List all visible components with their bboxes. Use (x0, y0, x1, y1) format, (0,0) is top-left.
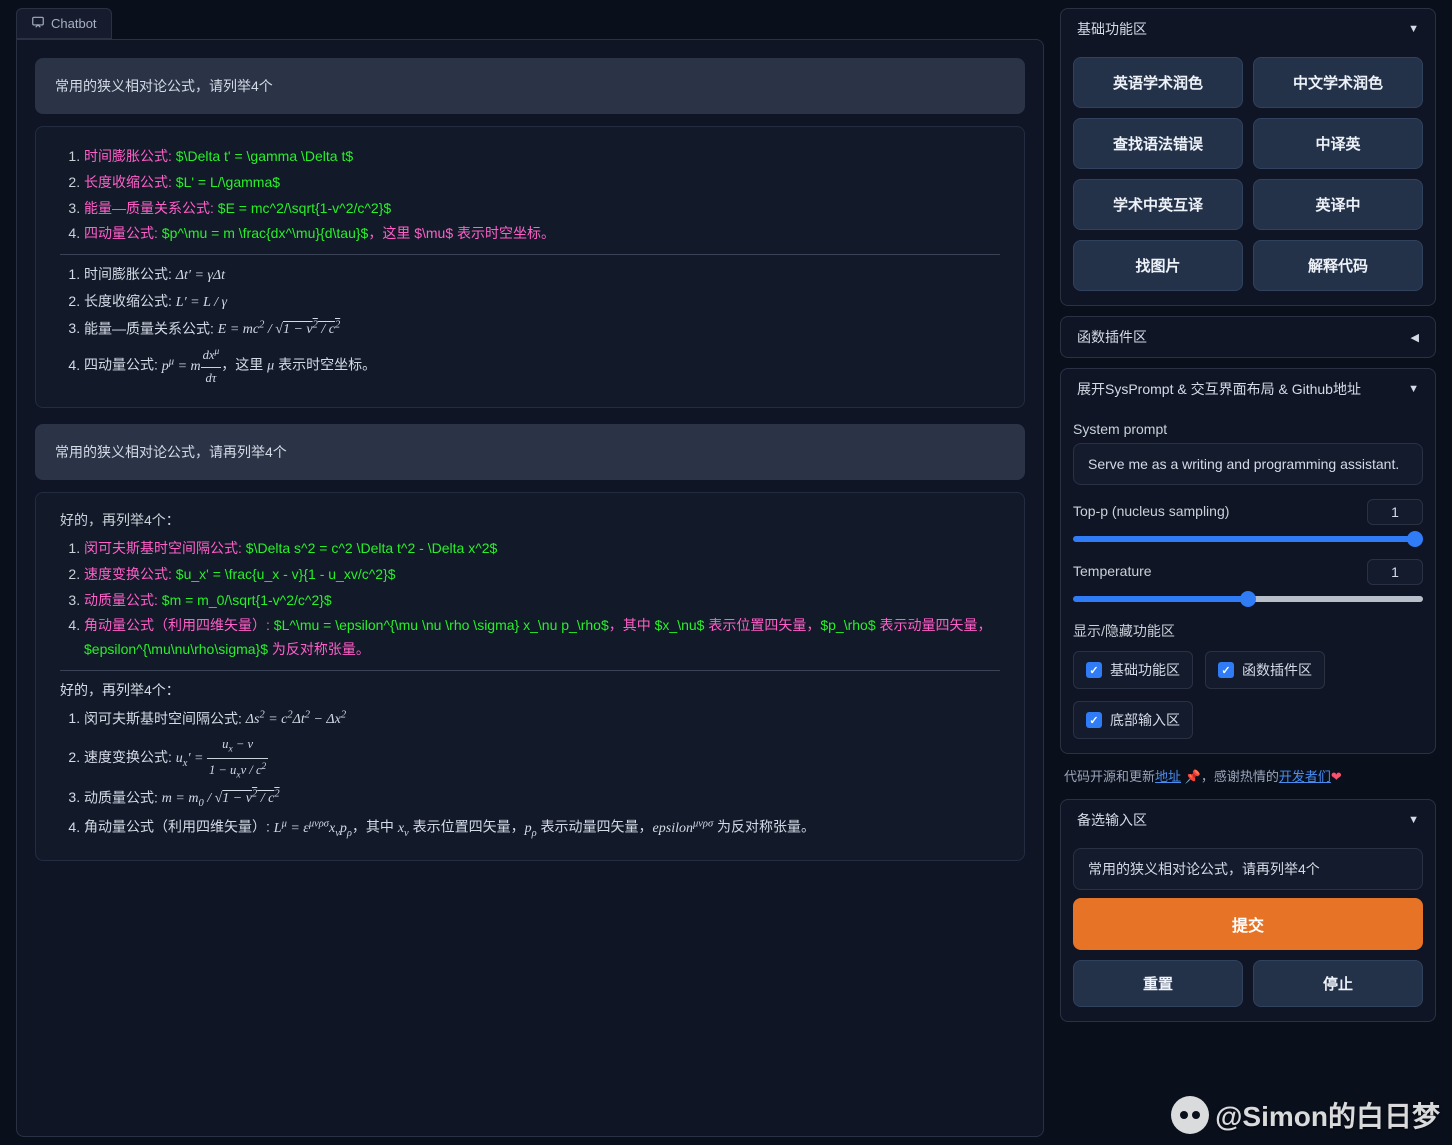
fn-button[interactable]: 英译中 (1253, 179, 1423, 230)
panel-title: 函数插件区 (1077, 327, 1147, 347)
stop-button[interactable]: 停止 (1253, 960, 1423, 1007)
fn-button[interactable]: 中文学术润色 (1253, 57, 1423, 108)
source-link[interactable]: 地址 (1155, 769, 1181, 784)
plugin-panel-toggle[interactable]: 函数插件区 ◀ (1061, 317, 1435, 357)
checkbox-basic[interactable]: ✓基础功能区 (1073, 651, 1193, 689)
chevron-down-icon: ▼ (1408, 814, 1419, 826)
checkbox-input[interactable]: ✓底部输入区 (1073, 701, 1193, 739)
submit-button[interactable]: 提交 (1073, 898, 1423, 950)
chatbot-tab[interactable]: Chatbot (16, 8, 112, 39)
fn-button[interactable]: 学术中英互译 (1073, 179, 1243, 230)
footer-text: 代码开源和更新地址 📌，感谢热情的开发者们❤ (1060, 764, 1436, 789)
list-item: 时间膨胀公式: Δt′ = γΔt (84, 263, 1000, 288)
fn-button[interactable]: 查找语法错误 (1073, 118, 1243, 169)
pin-icon: 📌 (1185, 769, 1201, 784)
list-item: 角动量公式（利用四维矢量）: Lμ = εμνρσxνpρ，其中 xν 表示位置… (84, 815, 1000, 842)
list-item: 速度变换公式: ux′ = ux − v1 − uxv / c2 (84, 734, 1000, 783)
check-icon: ✓ (1086, 712, 1102, 728)
user-message: 常用的狭义相对论公式，请再列举4个 (35, 424, 1025, 480)
contributors-link[interactable]: 开发者们 (1279, 769, 1331, 784)
fn-button[interactable]: 解释代码 (1253, 240, 1423, 291)
reset-button[interactable]: 重置 (1073, 960, 1243, 1007)
bot-message: 好的，再列举4个： 闵可夫斯基时空间隔公式: $\Delta s^2 = c^2… (35, 492, 1025, 861)
basic-panel: 基础功能区 ▼ 英语学术润色 中文学术润色 查找语法错误 中译英 学术中英互译 … (1060, 8, 1436, 306)
list-item: 闵可夫斯基时空间隔公式: $\Delta s^2 = c^2 \Delta t^… (84, 537, 1000, 561)
list-item: 四动量公式: $p^\mu = m \frac{dx^\mu}{d\tau}$，… (84, 222, 1000, 246)
temperature-slider[interactable] (1073, 596, 1423, 602)
list-item: 时间膨胀公式: $\Delta t' = \gamma \Delta t$ (84, 145, 1000, 169)
plugin-panel: 函数插件区 ◀ (1060, 316, 1436, 358)
list-item: 动质量公式: $m = m_0/\sqrt{1-v^2/c^2}$ (84, 589, 1000, 613)
fn-button[interactable]: 中译英 (1253, 118, 1423, 169)
topp-slider[interactable] (1073, 536, 1423, 542)
list-item: 四动量公式: pμ = mdxμdτ，这里 μ 表示时空坐标。 (84, 344, 1000, 389)
basic-panel-toggle[interactable]: 基础功能区 ▼ (1061, 9, 1435, 49)
system-prompt-input[interactable] (1073, 443, 1423, 485)
sysprompt-panel-toggle[interactable]: 展开SysPrompt & 交互界面布局 & Github地址 ▼ (1061, 369, 1435, 409)
chevron-down-icon: ▼ (1408, 383, 1419, 395)
chevron-down-icon: ▼ (1408, 23, 1419, 35)
tab-label: Chatbot (51, 16, 97, 31)
chat-area: 常用的狭义相对论公式，请列举4个 时间膨胀公式: $\Delta t' = \g… (16, 39, 1044, 1137)
list-item: 长度收缩公式: L′ = L / γ (84, 290, 1000, 315)
heart-icon: ❤ (1331, 769, 1342, 784)
topp-value[interactable]: 1 (1367, 499, 1423, 525)
fn-button[interactable]: 英语学术润色 (1073, 57, 1243, 108)
chevron-left-icon: ◀ (1411, 331, 1419, 344)
list-item: 长度收缩公式: $L' = L/\gamma$ (84, 171, 1000, 195)
panel-title: 备选输入区 (1077, 810, 1147, 830)
system-prompt-label: System prompt (1073, 421, 1423, 437)
list-item: 闵可夫斯基时空间隔公式: Δs2 = c2Δt2 − Δx2 (84, 707, 1000, 732)
input-panel-toggle[interactable]: 备选输入区 ▼ (1061, 800, 1435, 840)
panel-title: 基础功能区 (1077, 19, 1147, 39)
temperature-value[interactable]: 1 (1367, 559, 1423, 585)
input-panel: 备选输入区 ▼ 提交 重置 停止 (1060, 799, 1436, 1022)
check-icon: ✓ (1218, 662, 1234, 678)
topp-label: Top-p (nucleus sampling) (1073, 503, 1229, 519)
bot-message: 时间膨胀公式: $\Delta t' = \gamma \Delta t$ 长度… (35, 126, 1025, 408)
user-message: 常用的狭义相对论公式，请列举4个 (35, 58, 1025, 114)
toggle-section-label: 显示/隐藏功能区 (1073, 621, 1423, 641)
temperature-label: Temperature (1073, 563, 1152, 579)
list-item: 角动量公式（利用四维矢量）: $L^\mu = \epsilon^{\mu \n… (84, 614, 1000, 662)
fn-button[interactable]: 找图片 (1073, 240, 1243, 291)
list-item: 动质量公式: m = m0 / √1 − v2 / c2 (84, 786, 1000, 813)
list-item: 速度变换公式: $u_x' = \frac{u_x - v}{1 - u_xv/… (84, 563, 1000, 587)
list-item: 能量—质量关系公式: $E = mc^2/\sqrt{1-v^2/c^2}$ (84, 197, 1000, 221)
chat-icon (31, 15, 45, 32)
alt-input[interactable] (1073, 848, 1423, 890)
panel-title: 展开SysPrompt & 交互界面布局 & Github地址 (1077, 379, 1361, 399)
checkbox-plugin[interactable]: ✓函数插件区 (1205, 651, 1325, 689)
check-icon: ✓ (1086, 662, 1102, 678)
list-item: 能量—质量关系公式: E = mc2 / √1 − v2 / c2 (84, 317, 1000, 342)
sysprompt-panel: 展开SysPrompt & 交互界面布局 & Github地址 ▼ System… (1060, 368, 1436, 754)
